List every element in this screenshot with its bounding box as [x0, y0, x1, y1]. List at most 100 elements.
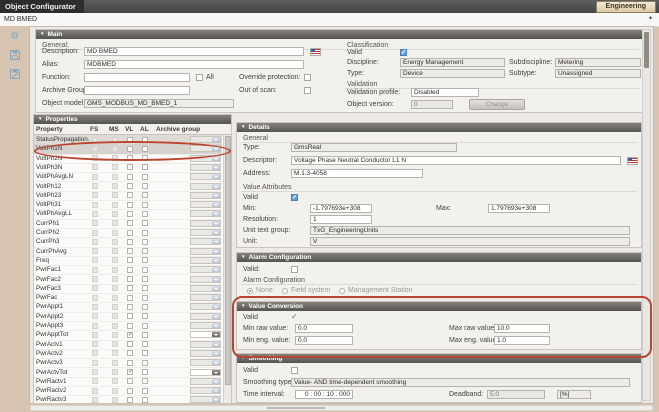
- type-dropdown[interactable]: Device: [400, 69, 505, 78]
- main-section-header[interactable]: ▼Main: [36, 30, 644, 39]
- scrollbar-thumb[interactable]: [644, 32, 649, 68]
- min-field[interactable]: -1.797693e+308: [310, 204, 372, 213]
- archive-group-row-dropdown[interactable]: [190, 220, 221, 227]
- alarm-radio-field-system[interactable]: [282, 288, 288, 294]
- dropdown-arrow-icon[interactable]: [212, 314, 220, 319]
- vl-checkbox[interactable]: [127, 267, 133, 273]
- value-attributes-valid-checkbox[interactable]: [291, 194, 298, 201]
- change-button[interactable]: Change: [469, 99, 525, 110]
- al-checkbox[interactable]: [142, 257, 148, 263]
- vl-checkbox[interactable]: [127, 313, 133, 319]
- vl-checkbox[interactable]: [127, 285, 133, 291]
- details-header[interactable]: ▼Details: [237, 123, 641, 132]
- archive-group-row-dropdown[interactable]: [190, 155, 221, 162]
- archive-group-dropdown[interactable]: [84, 86, 190, 95]
- archive-group-row-dropdown[interactable]: [190, 248, 221, 255]
- classification-valid-checkbox[interactable]: [400, 49, 407, 56]
- al-checkbox[interactable]: [142, 341, 148, 347]
- scrollbar-thumb[interactable]: [225, 136, 231, 385]
- al-checkbox[interactable]: [142, 304, 148, 310]
- vl-checkbox[interactable]: [127, 220, 133, 226]
- archive-group-row-dropdown[interactable]: [190, 136, 221, 143]
- app-tab[interactable]: Object Configurator: [0, 0, 84, 13]
- column-header-fs[interactable]: FS: [90, 125, 98, 134]
- max-field[interactable]: 1.797693e+308: [488, 204, 550, 213]
- vl-checkbox[interactable]: [127, 295, 133, 301]
- archive-group-row-dropdown[interactable]: [190, 238, 221, 245]
- al-checkbox[interactable]: [142, 369, 148, 375]
- vl-checkbox[interactable]: [127, 276, 133, 282]
- override-protection-checkbox[interactable]: [304, 74, 311, 81]
- archive-group-row-dropdown[interactable]: [190, 173, 221, 180]
- al-checkbox[interactable]: [142, 276, 148, 282]
- descriptor-field[interactable]: Voltage Phase Neutral Conductor L1 N: [291, 156, 621, 165]
- details-type-dropdown[interactable]: GmsReal: [291, 143, 457, 152]
- table-row[interactable]: PwrRactv3: [34, 395, 222, 404]
- al-checkbox[interactable]: [142, 248, 148, 254]
- al-checkbox[interactable]: [142, 323, 148, 329]
- address-field[interactable]: M.1.3-4058: [291, 169, 423, 178]
- dropdown-arrow-icon[interactable]: [212, 351, 220, 356]
- archive-group-row-dropdown[interactable]: [190, 201, 221, 208]
- al-checkbox[interactable]: [142, 137, 148, 143]
- vl-checkbox[interactable]: [127, 369, 133, 375]
- min-raw-value-field[interactable]: 0.0: [295, 324, 353, 333]
- dropdown-arrow-icon[interactable]: [212, 165, 220, 170]
- al-checkbox[interactable]: [142, 230, 148, 236]
- al-checkbox[interactable]: [142, 155, 148, 161]
- save-icon[interactable]: [8, 49, 22, 62]
- al-checkbox[interactable]: [142, 388, 148, 394]
- dropdown-arrow-icon[interactable]: [212, 370, 220, 375]
- archive-group-row-dropdown[interactable]: [190, 369, 221, 376]
- archive-group-row-dropdown[interactable]: [190, 183, 221, 190]
- vl-checkbox[interactable]: [127, 164, 133, 170]
- al-checkbox[interactable]: [142, 220, 148, 226]
- vl-checkbox[interactable]: [127, 183, 133, 189]
- dropdown-arrow-icon[interactable]: [212, 239, 220, 244]
- dropdown-arrow-icon[interactable]: [212, 221, 220, 226]
- vl-checkbox[interactable]: [127, 248, 133, 254]
- al-checkbox[interactable]: [142, 332, 148, 338]
- alarm-configuration-header[interactable]: ▼Alarm Configuration: [237, 253, 641, 262]
- vertical-scrollbar[interactable]: [642, 29, 651, 401]
- vl-checkbox[interactable]: [127, 378, 133, 384]
- value-conversion-header[interactable]: ▼Value Conversion: [237, 302, 641, 311]
- vl-checkbox[interactable]: [127, 192, 133, 198]
- all-checkbox[interactable]: [196, 74, 203, 81]
- archive-group-row-dropdown[interactable]: [190, 396, 221, 403]
- al-checkbox[interactable]: [142, 146, 148, 152]
- archive-group-row-dropdown[interactable]: [190, 164, 221, 171]
- smoothing-type-dropdown[interactable]: Value- AND time-dependent smoothing: [291, 378, 630, 387]
- dropdown-arrow-icon[interactable]: [212, 267, 220, 272]
- al-checkbox[interactable]: [142, 174, 148, 180]
- vl-checkbox[interactable]: [127, 137, 133, 143]
- dropdown-arrow-icon[interactable]: [212, 388, 220, 393]
- unit-text-group-dropdown[interactable]: TxG_EngineeringUnits: [310, 226, 630, 235]
- column-header-archive-group[interactable]: Archive group: [156, 125, 200, 134]
- pin-icon[interactable]: ✦: [648, 16, 653, 23]
- smoothing-valid-checkbox[interactable]: [291, 367, 298, 374]
- dropdown-arrow-icon[interactable]: [212, 304, 220, 309]
- dropdown-arrow-icon[interactable]: [212, 332, 220, 337]
- archive-group-row-dropdown[interactable]: [190, 257, 221, 264]
- dropdown-arrow-icon[interactable]: [212, 295, 220, 300]
- out-of-scan-checkbox[interactable]: [304, 87, 311, 94]
- subdiscipline-dropdown[interactable]: Metering: [555, 58, 641, 67]
- vl-checkbox[interactable]: [127, 360, 133, 366]
- alarm-valid-checkbox[interactable]: [291, 266, 298, 273]
- vl-checkbox[interactable]: [127, 350, 133, 356]
- archive-group-row-dropdown[interactable]: [190, 294, 221, 301]
- dropdown-arrow-icon[interactable]: [212, 379, 220, 384]
- al-checkbox[interactable]: [142, 211, 148, 217]
- archive-group-row-dropdown[interactable]: [190, 359, 221, 366]
- archive-group-row-dropdown[interactable]: [190, 378, 221, 385]
- archive-group-row-dropdown[interactable]: [190, 210, 221, 217]
- archive-group-row-dropdown[interactable]: [190, 387, 221, 394]
- archive-group-row-dropdown[interactable]: [190, 266, 221, 273]
- save-as-icon[interactable]: [8, 68, 22, 81]
- max-raw-value-field[interactable]: 10.0: [494, 324, 550, 333]
- al-checkbox[interactable]: [142, 164, 148, 170]
- vl-checkbox[interactable]: [127, 155, 133, 161]
- dropdown-arrow-icon[interactable]: [212, 360, 220, 365]
- al-checkbox[interactable]: [142, 192, 148, 198]
